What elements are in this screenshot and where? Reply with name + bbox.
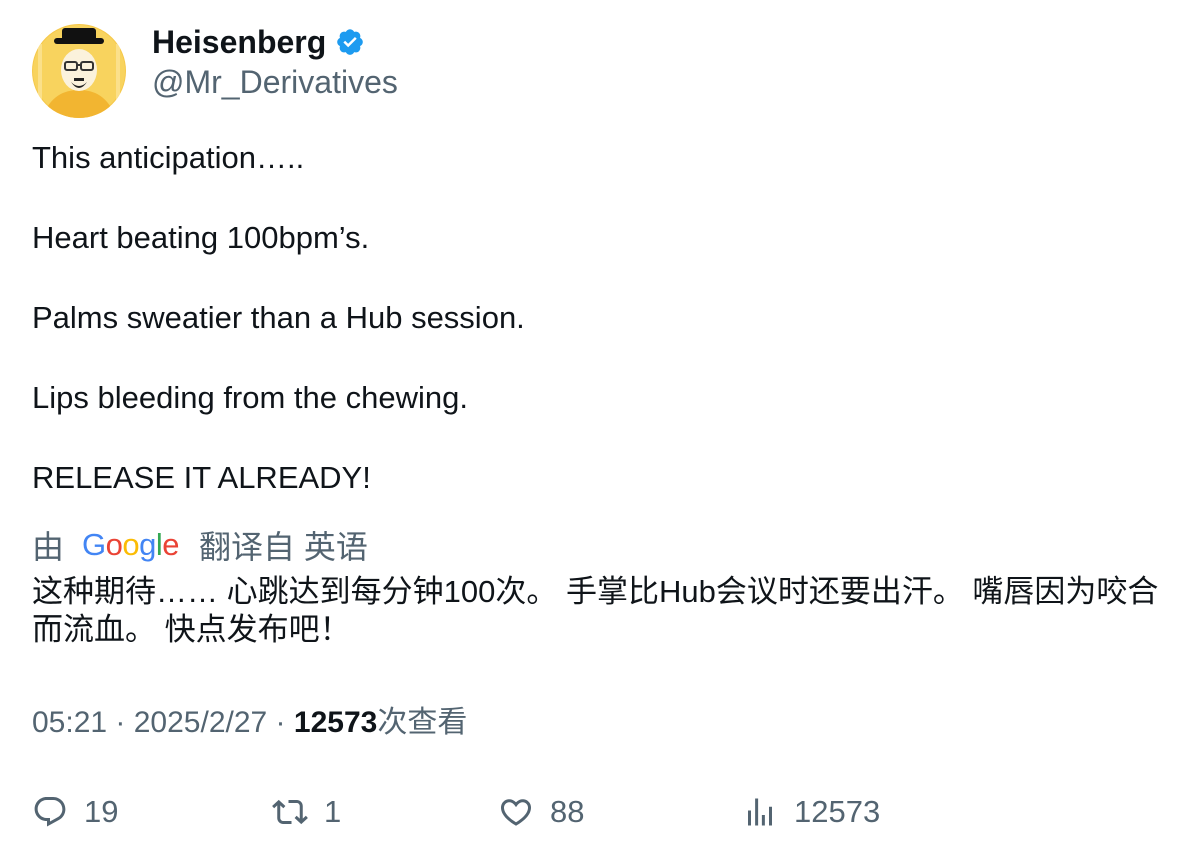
tweet-meta: 05:21 · 2025/2/27 · 12573次查看 bbox=[32, 700, 467, 746]
tweet-paragraph: This anticipation….. bbox=[32, 140, 305, 175]
tweet-actions: 19 1 88 12573 bbox=[32, 790, 1132, 834]
meta-separator: · bbox=[267, 706, 294, 739]
tweet-paragraph: RELEASE IT ALREADY! bbox=[32, 460, 371, 495]
author-handle[interactable]: @Mr_Derivatives bbox=[152, 62, 398, 102]
views-label: 次查看 bbox=[377, 706, 468, 739]
verified-badge-icon[interactable] bbox=[335, 27, 365, 57]
retweet-count: 1 bbox=[324, 794, 342, 829]
avatar[interactable] bbox=[32, 24, 126, 118]
tweet-date[interactable]: 2025/2/27 bbox=[134, 706, 267, 739]
meta-separator: · bbox=[107, 706, 134, 739]
author-names: Heisenberg @Mr_Derivatives bbox=[152, 24, 398, 102]
analytics-icon bbox=[748, 798, 772, 826]
tweet-paragraph: Heart beating 100bpm’s. bbox=[32, 220, 370, 255]
views-count[interactable]: 12573 bbox=[294, 706, 377, 739]
tweet-text: This anticipation….. Heart beating 100bp… bbox=[32, 138, 1172, 498]
translated-text: 这种期待…… 心跳达到每分钟100次。 手掌比Hub会议时还要出汗。 嘴唇因为咬… bbox=[32, 574, 1159, 647]
translated-by-label: 由 bbox=[32, 529, 65, 565]
translation-attribution: 由 Google 翻译自 英语 bbox=[32, 525, 1172, 565]
tweet-paragraph: Lips bleeding from the chewing. bbox=[32, 380, 468, 415]
tweet-time[interactable]: 05:21 bbox=[32, 706, 107, 739]
like-icon bbox=[500, 799, 532, 826]
reply-button[interactable]: 19 bbox=[32, 790, 118, 834]
views-stat-count: 12573 bbox=[794, 794, 881, 829]
reply-icon bbox=[34, 797, 66, 827]
tweet: Heisenberg @Mr_Derivatives This anticipa… bbox=[32, 24, 1172, 649]
tweet-header: Heisenberg @Mr_Derivatives bbox=[32, 24, 1172, 120]
like-count: 88 bbox=[550, 794, 585, 829]
like-button[interactable]: 88 bbox=[498, 790, 584, 834]
retweet-icon bbox=[272, 799, 308, 825]
translated-from-label[interactable]: 翻译自 英语 bbox=[199, 522, 368, 568]
retweet-button[interactable]: 1 bbox=[272, 790, 341, 834]
views-button[interactable]: 12573 bbox=[742, 790, 880, 834]
display-name[interactable]: Heisenberg bbox=[152, 24, 326, 60]
tweet-paragraph: Palms sweatier than a Hub session. bbox=[32, 300, 525, 335]
avatar-image bbox=[32, 24, 126, 118]
google-logo[interactable]: Google bbox=[82, 527, 180, 563]
reply-count: 19 bbox=[84, 794, 119, 829]
display-name-row: Heisenberg bbox=[152, 24, 398, 60]
